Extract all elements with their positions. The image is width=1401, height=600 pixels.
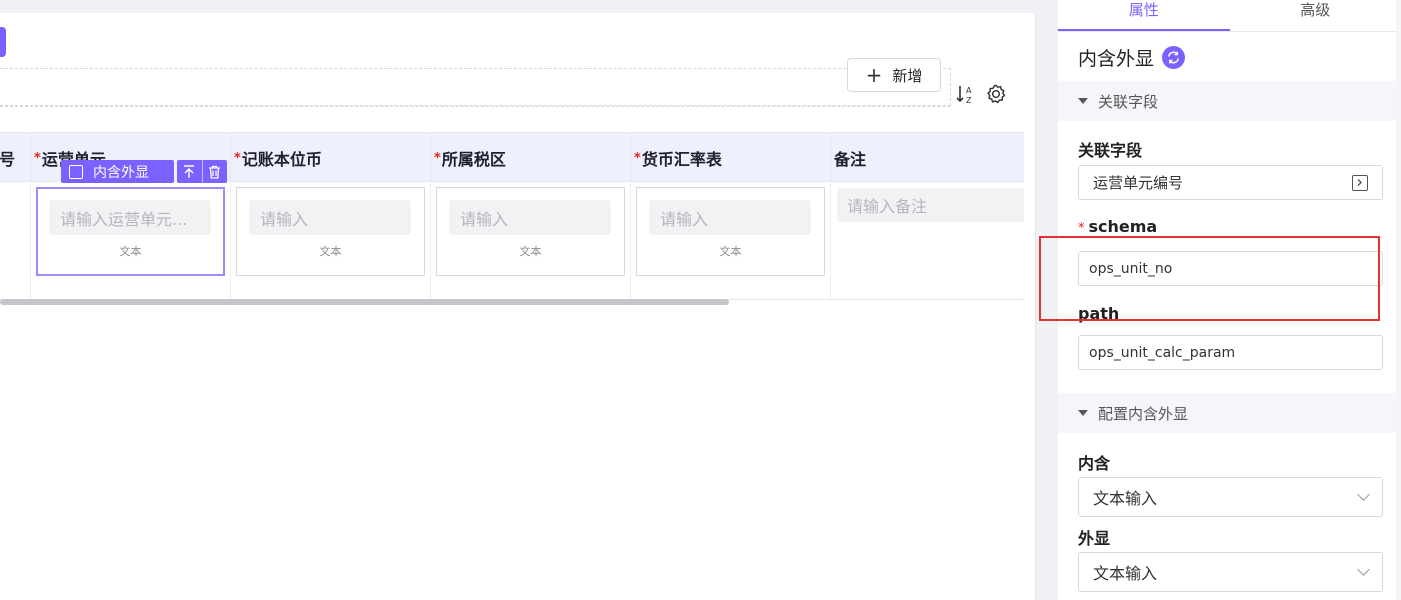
table-cell[interactable]: 请输入备注 xyxy=(831,182,1024,300)
panel-tabs: 属性 高级 xyxy=(1058,0,1401,32)
trash-icon[interactable] xyxy=(201,160,228,183)
cell-component[interactable]: 请输入 文本 xyxy=(636,187,825,276)
table-row: 请输入运营单元... 文本 请输入 文本 请输入 文本 请输入 文本 请输入备注 xyxy=(0,182,1024,300)
arrow-up-icon[interactable] xyxy=(177,160,202,183)
data-table: 号 *运营单元 *记账本位币 *所属税区 *货币汇率表 备注 请输入运营单元 xyxy=(0,132,1024,302)
cell-component-selected[interactable]: 请输入运营单元... 文本 xyxy=(36,187,225,276)
cell-component[interactable]: 请输入 文本 xyxy=(236,187,425,276)
table-toolbar-dropzone xyxy=(0,68,951,107)
component-title: 内含外显 xyxy=(1078,44,1186,71)
sync-icon[interactable] xyxy=(1162,46,1186,69)
chevron-down-icon xyxy=(1357,563,1370,576)
cell-type-hint: 文本 xyxy=(519,245,542,258)
schema-label: * schema xyxy=(1078,217,1158,236)
ops-unit-input[interactable]: 请输入运营单元... xyxy=(49,200,211,235)
path-input[interactable]: ops_unit_calc_param xyxy=(1078,335,1383,370)
cell-type-hint: 文本 xyxy=(319,245,342,258)
caret-down-icon xyxy=(1078,98,1088,104)
table-cell[interactable]: 请输入 文本 xyxy=(631,182,831,300)
panel-scrollbar[interactable] xyxy=(1396,0,1401,600)
tab-properties[interactable]: 属性 xyxy=(1058,0,1230,31)
exchange-rate-input[interactable]: 请输入 xyxy=(649,200,811,235)
add-button-label: 新增 xyxy=(892,66,923,85)
canvas-handle[interactable] xyxy=(0,27,6,57)
caret-down-icon xyxy=(1078,410,1088,416)
sort-az-icon[interactable]: A Z xyxy=(956,83,976,105)
table-cell[interactable]: 请输入 文本 xyxy=(431,182,631,300)
inner-select[interactable]: 文本输入 xyxy=(1078,477,1383,517)
selected-component-name: 内含外显 xyxy=(93,164,149,181)
selected-component-actions xyxy=(177,160,227,183)
cell-type-hint: 文本 xyxy=(719,245,742,258)
plus-icon: + xyxy=(865,63,883,87)
table-cell[interactable]: 请输入 文本 xyxy=(231,182,431,300)
section-link-field-title: 关联字段 xyxy=(1098,92,1159,111)
inner-label: 内含 xyxy=(1078,454,1111,473)
path-value: ops_unit_calc_param xyxy=(1089,344,1236,361)
link-field-label: 关联字段 xyxy=(1078,141,1143,160)
column-header-exchange-rate[interactable]: * 货币汇率表 xyxy=(631,133,831,183)
outer-label: 外显 xyxy=(1078,529,1111,548)
selected-component-tag[interactable]: 内含外显 xyxy=(61,160,174,183)
column-header-note[interactable]: 备注 xyxy=(831,133,1024,183)
component-icon xyxy=(69,164,83,179)
column-header-currency[interactable]: * 记账本位币 xyxy=(231,133,431,183)
note-input[interactable]: 请输入备注 xyxy=(837,188,1024,222)
section-config[interactable]: 配置内含外显 xyxy=(1058,393,1401,433)
table-cell xyxy=(0,182,31,300)
link-field-selector[interactable]: 运营单元编号 xyxy=(1078,165,1383,200)
column-header-tax-zone[interactable]: * 所属税区 xyxy=(431,133,631,183)
section-config-title: 配置内含外显 xyxy=(1098,404,1189,423)
inner-select-value: 文本输入 xyxy=(1093,489,1158,508)
open-selector-icon[interactable] xyxy=(1352,175,1368,191)
cell-type-hint: 文本 xyxy=(119,245,142,258)
gear-icon[interactable] xyxy=(985,83,1007,105)
currency-input[interactable]: 请输入 xyxy=(249,200,411,235)
chevron-down-icon xyxy=(1357,488,1370,501)
component-title-text: 内含外显 xyxy=(1078,48,1155,70)
horizontal-scrollbar[interactable] xyxy=(0,299,729,305)
tab-advanced[interactable]: 高级 xyxy=(1230,0,1401,31)
column-header: 号 xyxy=(0,133,31,183)
table-cell[interactable]: 请输入运营单元... 文本 xyxy=(31,182,231,300)
highlight-box xyxy=(1039,236,1380,321)
cell-component[interactable]: 请输入 文本 xyxy=(436,187,625,276)
outer-select-value: 文本输入 xyxy=(1093,564,1158,583)
outer-select[interactable]: 文本输入 xyxy=(1078,552,1383,592)
link-field-value: 运营单元编号 xyxy=(1093,174,1184,192)
svg-text:Z: Z xyxy=(966,96,972,105)
add-button[interactable]: + 新增 xyxy=(847,58,941,92)
section-link-field[interactable]: 关联字段 xyxy=(1058,81,1401,121)
tax-zone-input[interactable]: 请输入 xyxy=(449,200,611,235)
svg-text:A: A xyxy=(966,86,972,95)
design-canvas: + 新增 A Z 号 *运营单元 *记账本位币 *所属税区 *货币汇率表 xyxy=(0,13,1036,600)
